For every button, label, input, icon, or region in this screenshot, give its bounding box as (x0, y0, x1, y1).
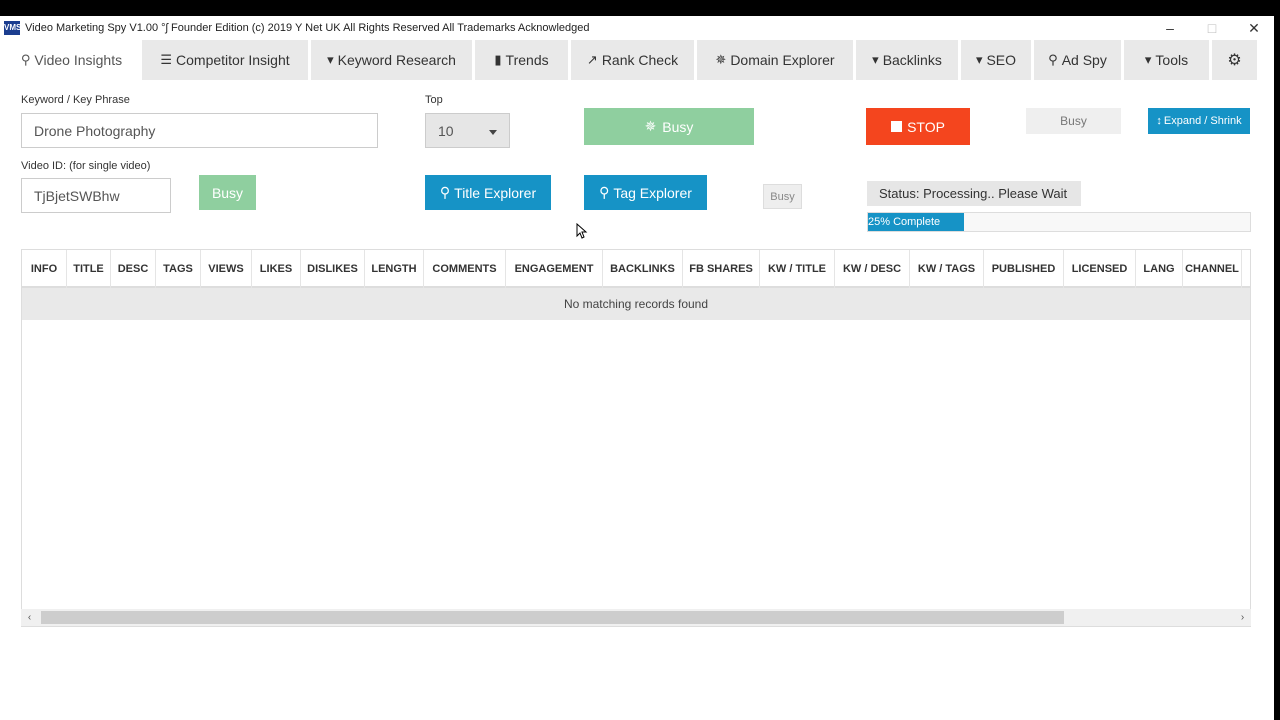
top-select-value: 10 (438, 122, 454, 139)
column-header[interactable]: KW / TITLE (760, 250, 835, 288)
stop-button[interactable]: STOP (866, 108, 970, 145)
tab-label: SEO (986, 52, 1017, 68)
column-header[interactable]: KW / TAGS (910, 250, 984, 288)
chevron-down-icon (489, 130, 497, 135)
column-header[interactable]: CHANNEL (1183, 250, 1242, 288)
busy-gray-button[interactable]: Busy (1026, 108, 1121, 134)
tag-explorer-button[interactable]: ⚲ Tag Explorer (584, 175, 707, 210)
tab-domain-explorer[interactable]: ✵ Domain Explorer (697, 40, 853, 80)
top-label: Top (425, 94, 443, 106)
tab-label: Trends (505, 52, 549, 68)
progress-bar: 25% Complete (867, 212, 1251, 232)
area-chart-icon: ▮ (494, 52, 502, 67)
top-select[interactable]: 10 (425, 113, 510, 148)
column-header[interactable]: INFO (22, 250, 67, 288)
tag-explorer-label: Tag Explorer (613, 184, 692, 201)
cogs-icon: ⚙ (1227, 52, 1242, 69)
tab-settings[interactable]: ⚙ (1212, 40, 1257, 80)
minimize-button[interactable]: – (1149, 16, 1191, 40)
tab-backlinks[interactable]: ▾ Backlinks (856, 40, 958, 80)
tab-keyword-research[interactable]: ▾ Keyword Research (311, 40, 472, 80)
tab-label: Rank Check (601, 52, 679, 68)
keyword-input[interactable]: Drone Photography (21, 113, 378, 148)
column-header[interactable]: TITLE (67, 250, 111, 288)
column-header[interactable]: DESC (111, 250, 156, 288)
column-header[interactable]: VIEWS (201, 250, 252, 288)
app-window: VMS Video Marketing Spy V1.00 °ʃ Founder… (0, 16, 1274, 720)
column-header[interactable]: FB SHARES (683, 250, 760, 288)
status-text: Status: Processing.. Please Wait (867, 181, 1081, 206)
column-header[interactable]: LIKES (252, 250, 301, 288)
title-bar: VMS Video Marketing Spy V1.00 °ʃ Founder… (0, 16, 1274, 40)
column-header[interactable]: BACKLINKS (603, 250, 683, 288)
main-tabs: ⚲ Video Insights ☰ Competitor Insight ▾ … (4, 40, 1260, 80)
spinner-icon: ✵ (644, 118, 657, 134)
tab-label: Competitor Insight (176, 52, 290, 68)
busy-video-button[interactable]: Busy (199, 175, 256, 210)
busy-main-button[interactable]: ✵ Busy (584, 108, 754, 145)
busy-main-label: Busy (662, 118, 694, 135)
scroll-thumb[interactable] (41, 611, 1064, 624)
expand-shrink-label: Expand / Shrink (1163, 115, 1242, 127)
results-table: INFO TITLE DESC TAGS VIEWS LIKES DISLIKES LENGT… (21, 249, 1251, 627)
column-header[interactable]: TAGS (156, 250, 201, 288)
tab-label: Video Insights (34, 52, 123, 68)
caret-icon: ▾ (1144, 52, 1152, 67)
tab-rank-check[interactable]: ↗ Rank Check (571, 40, 694, 80)
tab-video-insights[interactable]: ⚲ Video Insights (4, 40, 139, 80)
maximize-button[interactable]: □ (1191, 16, 1233, 40)
search-icon: ⚲ (439, 184, 451, 200)
busy-tiny-button[interactable]: Busy (763, 184, 802, 209)
column-header[interactable]: DISLIKES (301, 250, 365, 288)
window-title: Video Marketing Spy V1.00 °ʃ Founder Edi… (25, 22, 590, 34)
title-explorer-button[interactable]: ⚲ Title Explorer (425, 175, 551, 210)
tab-seo[interactable]: ▾ SEO (961, 40, 1031, 80)
tab-ad-spy[interactable]: ⚲ Ad Spy (1034, 40, 1121, 80)
tab-label: Ad Spy (1061, 52, 1107, 68)
tab-trends[interactable]: ▮ Trends (475, 40, 568, 80)
progress-fill: 25% Complete (868, 213, 964, 231)
horizontal-scrollbar[interactable]: ‹ › (21, 609, 1251, 626)
mouse-cursor-icon (576, 223, 588, 239)
tab-label: Keyword Research (337, 52, 456, 68)
video-id-label: Video ID: (for single video) (21, 160, 151, 172)
search-icon: ⚲ (20, 52, 31, 67)
line-chart-icon: ↗ (586, 52, 598, 67)
caret-icon: ▾ (327, 52, 334, 67)
resize-vertical-icon: ↕ (1156, 115, 1162, 127)
caret-icon: ▾ (975, 52, 983, 67)
stop-icon (891, 121, 903, 132)
search-icon: ⚲ (1048, 52, 1058, 67)
empty-message: No matching records found (22, 288, 1250, 320)
video-id-input[interactable]: TjBjetSWBhw (21, 178, 171, 213)
list-icon: ☰ (160, 52, 173, 67)
title-explorer-label: Title Explorer (454, 184, 537, 201)
stop-label: STOP (907, 118, 945, 135)
caret-icon: ▾ (872, 52, 879, 67)
column-header[interactable]: LICENSED (1064, 250, 1136, 288)
tab-label: Tools (1155, 52, 1189, 68)
column-header[interactable]: KW / DESC (835, 250, 910, 288)
close-button[interactable]: ✕ (1233, 16, 1275, 40)
scroll-right-icon[interactable]: › (1234, 609, 1251, 626)
column-header[interactable]: ENGAGEMENT (506, 250, 603, 288)
tab-competitor-insight[interactable]: ☰ Competitor Insight (142, 40, 308, 80)
search-icon: ⚲ (599, 184, 610, 200)
column-header[interactable]: PUBLISHED (984, 250, 1064, 288)
tab-tools[interactable]: ▾ Tools (1124, 40, 1209, 80)
tab-label: Domain Explorer (730, 52, 835, 68)
column-header[interactable]: LANG (1136, 250, 1183, 288)
column-header[interactable]: LENGTH (365, 250, 424, 288)
spinner-icon: ✵ (715, 52, 727, 67)
column-header[interactable]: COMMENTS (424, 250, 506, 288)
app-logo-icon: VMS (4, 21, 21, 35)
scroll-left-icon[interactable]: ‹ (21, 609, 38, 626)
table-header: INFO TITLE DESC TAGS VIEWS LIKES DISLIKES LENGT… (22, 250, 1250, 288)
expand-shrink-button[interactable]: ↕ Expand / Shrink (1148, 108, 1250, 134)
keyword-label: Keyword / Key Phrase (21, 94, 130, 106)
tab-label: Backlinks (882, 52, 942, 68)
